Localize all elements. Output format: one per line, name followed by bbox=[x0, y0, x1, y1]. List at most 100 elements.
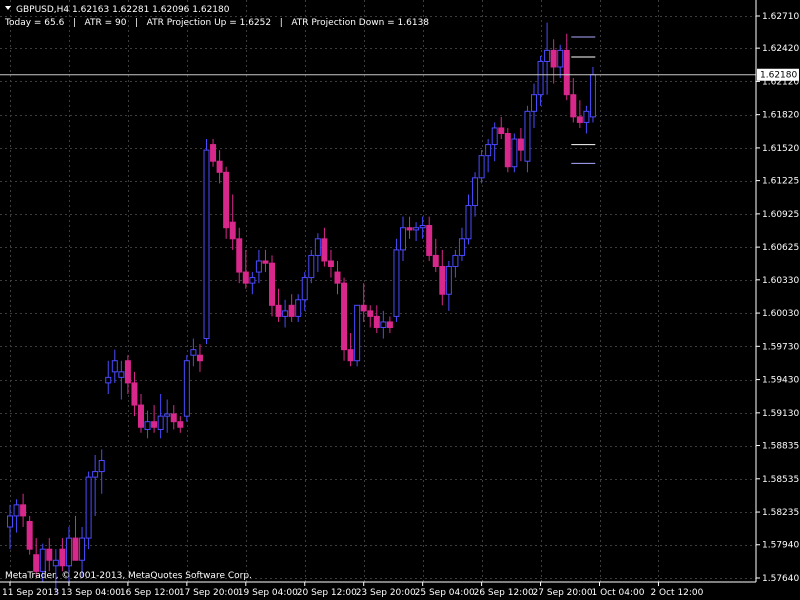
candle-body-bull bbox=[393, 249, 400, 317]
price-tick-label: 1.60030 bbox=[762, 309, 799, 319]
candle-body-bear bbox=[262, 260, 269, 264]
candle-body-bear bbox=[498, 127, 505, 134]
candle-body-bull bbox=[52, 559, 59, 567]
candle-body-bull bbox=[282, 310, 289, 317]
candle-body-bear bbox=[151, 421, 158, 428]
candle-body-bear bbox=[406, 227, 413, 231]
candle-body-bear bbox=[210, 144, 217, 162]
candle-body-bull bbox=[485, 144, 492, 157]
chart-background bbox=[0, 0, 800, 600]
price-tick-label: 1.57940 bbox=[762, 541, 799, 551]
candle-body-bear bbox=[432, 254, 439, 268]
candle-body-bull bbox=[465, 205, 472, 240]
price-tick-label: 1.59730 bbox=[762, 342, 799, 352]
candle[interactable] bbox=[26, 515, 33, 555]
price-tick-label: 1.61225 bbox=[762, 177, 799, 187]
candle-body-bear bbox=[20, 504, 27, 517]
candle-body-bear bbox=[550, 49, 557, 68]
candle-body-bear bbox=[131, 382, 138, 406]
price-tick-label: 1.61820 bbox=[762, 111, 799, 121]
candle-body-bear bbox=[386, 321, 393, 328]
candlestick-chart[interactable]: 1.627101.624201.621201.618201.615201.612… bbox=[0, 0, 800, 600]
candle-body-bear bbox=[177, 421, 184, 428]
candle[interactable] bbox=[85, 471, 92, 550]
candle-body-bull bbox=[98, 460, 105, 473]
candle[interactable] bbox=[511, 133, 518, 173]
candle-body-bear bbox=[242, 271, 249, 284]
candle-body-bull bbox=[183, 360, 190, 417]
candle-body-bull bbox=[472, 177, 479, 207]
price-tick-label: 1.59130 bbox=[762, 409, 799, 419]
candle[interactable] bbox=[589, 66, 596, 123]
candle[interactable] bbox=[223, 166, 230, 239]
price-tick-label: 1.57640 bbox=[762, 574, 799, 584]
candle-body-bull bbox=[589, 74, 596, 118]
current-price-label: 1.62180 bbox=[757, 68, 799, 81]
candle[interactable] bbox=[183, 355, 190, 422]
price-tick-label: 1.60330 bbox=[762, 276, 799, 286]
candle-body-bull bbox=[400, 227, 406, 251]
candle[interactable] bbox=[341, 277, 348, 361]
candle-body-bull bbox=[190, 349, 197, 356]
time-tick-label: 11 Sep 2013 bbox=[2, 588, 59, 598]
candle-body-bull bbox=[65, 537, 72, 567]
chart-window[interactable]: 1.62710 1.62420 1.62120 1.61820 1.61520 1.612… bbox=[0, 0, 800, 600]
candle-body-bear bbox=[373, 315, 380, 328]
candle-body-bear bbox=[33, 554, 40, 572]
candle[interactable] bbox=[203, 139, 210, 345]
candle-body-bear bbox=[360, 304, 367, 312]
candle-body-bear bbox=[341, 282, 348, 351]
candle-body-bull bbox=[13, 504, 20, 517]
candle-body-bull bbox=[413, 227, 420, 231]
symbol-info: GBPUSD,H4 1.62163 1.62281 1.62096 1.6218… bbox=[16, 5, 230, 15]
candle-body-bear bbox=[236, 238, 243, 273]
candle-body-bull bbox=[583, 110, 590, 123]
time-tick-label: 19 Sep 04:00 bbox=[238, 588, 298, 598]
candle-body-bear bbox=[563, 49, 570, 96]
candle-body-bull bbox=[544, 49, 551, 62]
indicator-info: Today = 65.6 | ATR = 90 | ATR Projection… bbox=[4, 18, 429, 28]
candle-body-bear bbox=[26, 520, 33, 550]
candle-body-bull bbox=[203, 149, 210, 340]
candle-body-bull bbox=[295, 299, 302, 317]
candle-body-bull bbox=[7, 515, 13, 528]
candle-body-bear bbox=[426, 225, 433, 256]
candle-body-bull bbox=[557, 49, 564, 68]
candle-body-bear bbox=[72, 537, 79, 561]
time-tick-label: 23 Sep 20:00 bbox=[356, 588, 416, 598]
candle-body-bear bbox=[347, 349, 354, 362]
candle-body-bear bbox=[275, 304, 282, 317]
candle-body-bull bbox=[531, 94, 537, 112]
candle-body-bear bbox=[229, 221, 236, 240]
time-tick-label: 2 Oct 12:00 bbox=[650, 588, 703, 598]
candle-body-bull bbox=[491, 127, 498, 146]
price-tick-label: 1.58835 bbox=[762, 442, 799, 452]
candle-body-bull bbox=[111, 360, 118, 373]
candle-body-bear bbox=[196, 354, 203, 362]
candle-body-bear bbox=[504, 132, 511, 168]
price-tick-label: 1.59430 bbox=[762, 376, 799, 386]
candle-body-bull bbox=[445, 266, 452, 295]
candle-body-bull bbox=[537, 60, 544, 96]
candle[interactable] bbox=[504, 127, 511, 173]
time-tick-label: 27 Sep 20:00 bbox=[533, 588, 593, 598]
candle-body-bull bbox=[458, 238, 465, 256]
candle-body-bear bbox=[367, 310, 374, 317]
candle-body-bear bbox=[288, 304, 295, 317]
candle-body-bear bbox=[321, 238, 328, 262]
price-tick-label: 1.62420 bbox=[762, 44, 799, 54]
candle-body-bull bbox=[301, 277, 308, 301]
candle-body-bear bbox=[269, 262, 275, 306]
price-tick-label: 1.61520 bbox=[762, 144, 799, 154]
candle-body-bull bbox=[85, 476, 92, 539]
candle-body-bull bbox=[478, 155, 485, 179]
candle-body-bear bbox=[216, 160, 223, 173]
candle-body-bull bbox=[92, 471, 99, 478]
candle[interactable] bbox=[354, 304, 361, 367]
price-tick-label: 1.60625 bbox=[762, 243, 799, 253]
candle-body-bull bbox=[511, 138, 518, 168]
candle-body-bull bbox=[157, 415, 164, 430]
candle-body-bear bbox=[59, 548, 66, 567]
price-tick-label: 1.62710 bbox=[762, 12, 799, 22]
candle[interactable] bbox=[393, 238, 400, 322]
